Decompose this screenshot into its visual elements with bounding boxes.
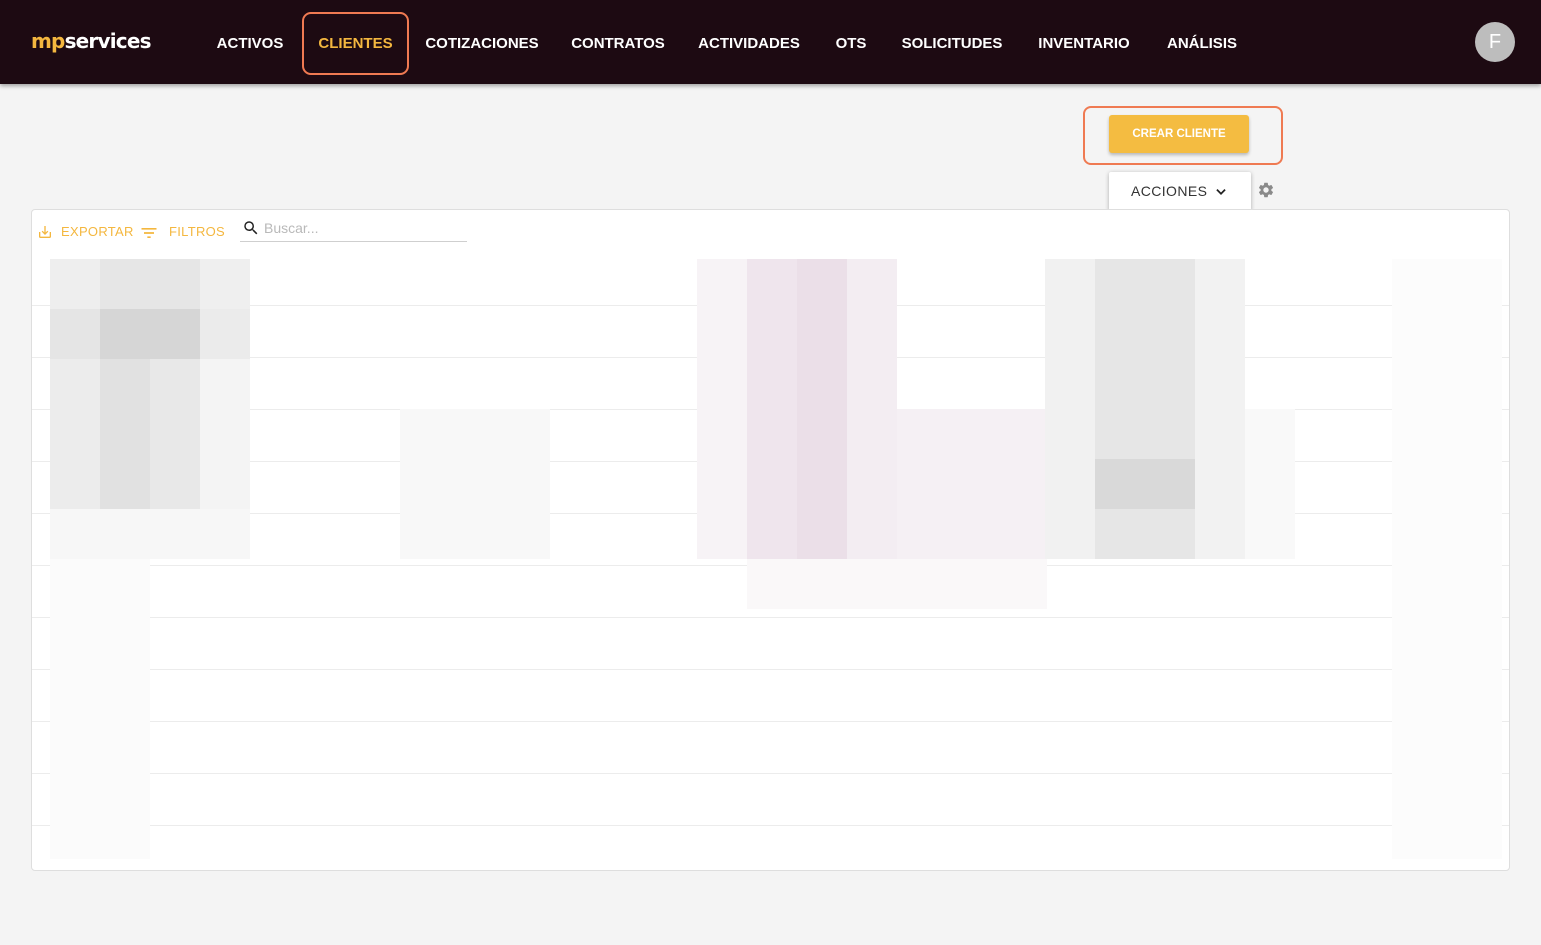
top-navigation-bar: mpservices ACTIVOS CLIENTES COTIZACIONES… xyxy=(0,0,1541,84)
search-icon xyxy=(244,221,258,235)
chevron-down-icon xyxy=(1216,189,1226,195)
table-row-divider xyxy=(32,773,1509,774)
actions-dropdown-label: ACCIONES xyxy=(1131,183,1208,199)
export-button[interactable]: EXPORTAR xyxy=(37,222,134,242)
blurred-cell xyxy=(150,359,200,509)
blurred-cell xyxy=(1095,259,1195,559)
clients-table-panel: EXPORTAR FILTROS xyxy=(31,209,1510,871)
nav-item-contratos[interactable]: CONTRATOS xyxy=(558,12,678,75)
blurred-cell xyxy=(1245,409,1295,559)
blurred-cell xyxy=(847,259,897,559)
blurred-cell xyxy=(50,359,100,509)
blurred-cell xyxy=(100,309,200,359)
filter-icon xyxy=(141,228,157,238)
blurred-cell xyxy=(1095,459,1195,509)
nav-item-inventario[interactable]: INVENTARIO xyxy=(1029,12,1139,75)
nav-item-ots[interactable]: OTS xyxy=(825,12,877,75)
blurred-cell xyxy=(897,409,1047,559)
gear-icon[interactable] xyxy=(1257,181,1275,199)
nav-item-actividades[interactable]: ACTIVIDADES xyxy=(686,12,812,75)
blurred-cell xyxy=(200,309,250,359)
logo-prefix: mp xyxy=(31,29,65,53)
create-client-button[interactable]: CREAR CLIENTE xyxy=(1109,115,1249,153)
search-field[interactable] xyxy=(240,216,467,242)
user-avatar[interactable]: F xyxy=(1475,22,1515,62)
nav-item-analisis[interactable]: ANÁLISIS xyxy=(1158,12,1246,75)
blurred-cell xyxy=(50,559,150,859)
blurred-cell xyxy=(200,359,250,509)
filters-label: FILTROS xyxy=(169,224,226,239)
mpservices-logo[interactable]: mpservices xyxy=(31,29,152,53)
nav-item-activos[interactable]: ACTIVOS xyxy=(200,12,300,75)
nav-item-clientes[interactable]: CLIENTES xyxy=(302,12,409,75)
table-row-divider xyxy=(32,825,1509,826)
actions-dropdown[interactable]: ACCIONES xyxy=(1109,172,1251,211)
table-row-divider xyxy=(32,721,1509,722)
export-label: EXPORTAR xyxy=(61,224,134,239)
blurred-cell xyxy=(747,259,797,559)
nav-item-solicitudes[interactable]: SOLICITUDES xyxy=(894,12,1010,75)
filters-button[interactable]: FILTROS xyxy=(139,222,226,242)
blurred-cell xyxy=(697,259,747,559)
blurred-cell xyxy=(797,259,847,559)
blurred-cell xyxy=(1045,259,1095,559)
search-input[interactable] xyxy=(264,218,464,238)
blurred-cell xyxy=(50,309,100,359)
logo-suffix: services xyxy=(64,29,152,53)
blurred-cell xyxy=(100,259,200,309)
download-icon xyxy=(39,226,51,238)
table-body-blurred xyxy=(32,254,1509,870)
nav-item-cotizaciones[interactable]: COTIZACIONES xyxy=(412,12,552,75)
blurred-cell xyxy=(200,259,250,309)
table-row-divider xyxy=(32,617,1509,618)
blurred-cell xyxy=(100,359,150,509)
blurred-cell xyxy=(50,509,250,559)
blurred-cell xyxy=(1392,259,1502,859)
blurred-cell xyxy=(50,259,100,309)
table-row-divider xyxy=(32,669,1509,670)
blurred-cell xyxy=(1195,259,1245,559)
blurred-cell xyxy=(400,409,550,559)
blurred-cell xyxy=(747,559,1047,609)
